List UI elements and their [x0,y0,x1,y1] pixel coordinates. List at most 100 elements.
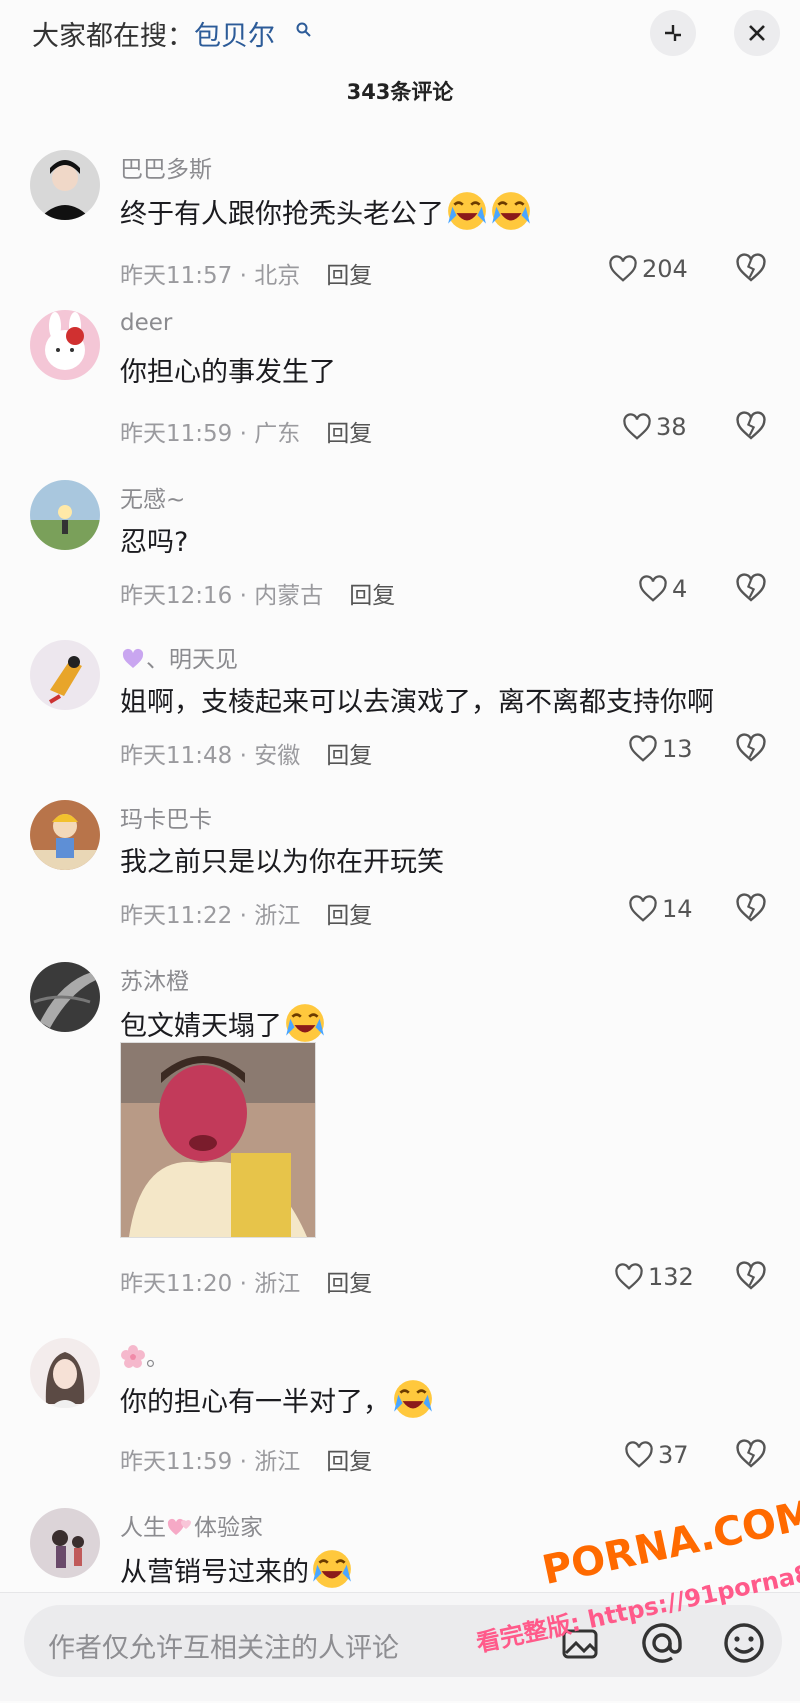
reply-button[interactable]: 回复 [326,1449,372,1475]
hot-search-label: 大家都在搜：包贝尔 [32,14,275,53]
heart-icon [628,894,658,924]
comment-meta: 昨天11:59 · 广东 回复 [120,421,373,447]
like-button[interactable]: 13 [628,734,693,764]
reply-button[interactable]: 回复 [349,583,395,609]
loudly-crying-emoji-icon [392,1378,434,1420]
like-count: 132 [648,1263,694,1291]
search-icon [296,22,311,37]
timestamp: 昨天11:48 [120,743,233,769]
avatar[interactable] [30,800,100,870]
like-button[interactable]: 38 [622,412,687,442]
collapse-icon [665,25,681,41]
dislike-icon[interactable] [735,732,767,764]
username[interactable]: deer [120,310,172,336]
reply-button[interactable]: 回复 [326,1271,372,1297]
username-text: 、明天见 [146,647,238,673]
collapse-button[interactable] [650,10,696,56]
location: 浙江 [254,903,301,929]
avatar[interactable] [30,310,100,380]
comment-text: 你的担心有一半对了， [120,1378,434,1420]
location: 北京 [254,263,301,289]
close-button[interactable] [734,10,780,56]
comment-meta: 昨天11:22 · 浙江 回复 [120,903,373,929]
heart-icon [622,412,652,442]
username[interactable]: 巴巴多斯 [120,150,212,184]
like-count: 204 [642,255,688,283]
reply-button[interactable]: 回复 [326,263,372,289]
reply-button[interactable]: 回复 [326,743,372,769]
dislike-icon[interactable] [735,572,767,604]
like-button[interactable]: 4 [638,574,687,604]
dislike-icon[interactable] [735,410,767,442]
comment-text: 你担心的事发生了 [120,350,336,389]
location: 浙江 [254,1449,301,1475]
heart-icon [624,1440,654,1470]
hot-search-prefix: 大家都在搜： [32,21,194,52]
location: 广东 [254,421,301,447]
dislike-icon[interactable] [735,1438,767,1470]
username[interactable]: 人生 体验家 [120,1508,263,1542]
comment-body: 我之前只是以为你在开玩笑 [120,847,444,878]
comment-meta: 昨天11:48 · 安徽 回复 [120,743,373,769]
like-button[interactable]: 204 [608,254,688,284]
like-button[interactable]: 14 [628,894,693,924]
comment-meta: 昨天12:16 · 内蒙古 回复 [120,583,396,609]
timestamp: 昨天11:22 [120,903,233,929]
heart-icon [614,1262,644,1292]
comments-header: 大家都在搜：包贝尔 343条评论 [0,0,800,110]
avatar[interactable] [30,150,100,220]
username[interactable]: 苏沐橙 [120,962,189,996]
username-part: 人生 [120,1515,166,1541]
like-count: 38 [656,413,687,441]
like-count: 14 [662,895,693,923]
timestamp: 昨天12:16 [120,583,233,609]
loudly-crying-emoji-icon [284,1002,326,1044]
dislike-icon[interactable] [735,892,767,924]
avatar[interactable] [30,480,100,550]
comment-text: 忍吗? [120,520,188,559]
heart-icon [628,734,658,764]
avatar[interactable] [30,1508,100,1578]
dislike-icon[interactable] [735,252,767,284]
timestamp: 昨天11:20 [120,1271,233,1297]
like-button[interactable]: 132 [614,1262,694,1292]
username[interactable]: 、明天见 [120,640,238,674]
location: 浙江 [254,1271,301,1297]
like-count: 13 [662,735,693,763]
comment-text: 终于有人跟你抢秃头老公了 [120,190,532,232]
username-text: 。 [146,1345,169,1371]
like-count: 4 [672,575,688,603]
username[interactable]: 。 [120,1338,169,1372]
heart-icon [608,254,638,284]
timestamp: 昨天11:59 [120,1449,233,1475]
username[interactable]: 玛卡巴卡 [120,800,212,834]
comment-meta: 昨天11:20 · 浙江 回复 [120,1271,373,1297]
timestamp: 昨天11:59 [120,421,233,447]
loudly-crying-emoji-icon [446,190,488,232]
dislike-icon[interactable] [735,1260,767,1292]
comment-body: 包文婧天塌了 [120,1010,282,1042]
avatar[interactable] [30,640,100,710]
avatar[interactable] [30,1338,100,1408]
reply-button[interactable]: 回复 [326,903,372,929]
like-count: 37 [658,1441,689,1469]
comment-text: 从营销号过来的 [120,1548,353,1590]
comment-body: 你担心的事发生了 [120,357,336,388]
comment-text: 我之前只是以为你在开玩笑 [120,840,444,879]
comment-meta: 昨天11:57 · 北京 回复 [120,263,373,289]
like-button[interactable]: 37 [624,1440,689,1470]
comment-text: 姐啊，支棱起来可以去演戏了，离不离都支持你啊 [120,680,714,719]
two-hearts-icon [167,1518,191,1535]
comment-body: 从营销号过来的 [120,1556,309,1588]
timestamp: 昨天11:57 [120,263,233,289]
reply-button[interactable]: 回复 [326,421,372,447]
heart-icon [638,574,668,604]
username[interactable]: 无感~ [120,480,185,514]
hot-search-term-link[interactable]: 包贝尔 [194,21,275,52]
avatar[interactable] [30,962,100,1032]
comment-text: 包文婧天塌了 [120,1002,326,1044]
comment-input-placeholder: 作者仅允许互相关注的人评论 [48,1633,399,1664]
cherry-blossom-icon [121,1345,145,1368]
location: 安徽 [254,743,301,769]
comment-image[interactable] [120,1042,316,1238]
